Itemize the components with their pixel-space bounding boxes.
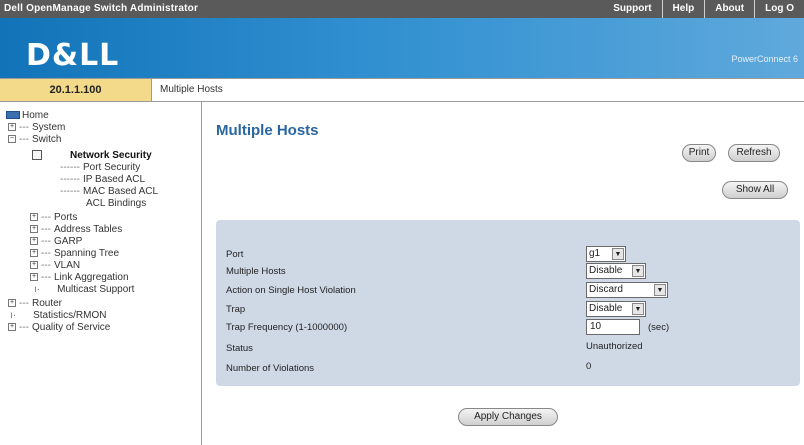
home-icon [6, 111, 20, 120]
action-select[interactable]: Discard ▼ [586, 282, 668, 298]
show-all-button[interactable]: Show All [722, 181, 788, 199]
tree-item-ports[interactable]: + --- Ports [30, 212, 77, 224]
multiple-hosts-row: Multiple Hosts Disable ▼ [216, 262, 800, 281]
expand-icon[interactable]: + [30, 273, 38, 282]
trap-select[interactable]: Disable ▼ [586, 301, 646, 317]
refresh-button[interactable]: Refresh [728, 144, 780, 162]
multiple-hosts-label: Multiple Hosts [226, 266, 286, 277]
tree-item-statistics-rmon[interactable]: ı· Statistics/RMON [8, 310, 106, 322]
collapse-icon[interactable]: − [8, 135, 16, 144]
tree-item-address-tables[interactable]: + --- Address Tables [30, 224, 122, 236]
page-title: Multiple Hosts [216, 122, 319, 139]
menu-about-link[interactable]: About [704, 0, 754, 18]
apply-changes-button[interactable]: Apply Changes [458, 408, 558, 426]
status-row: Status Unauthorized [216, 339, 800, 358]
print-button[interactable]: Print [682, 144, 716, 162]
tree-item-acl-bindings[interactable]: ACL Bindings [86, 198, 146, 210]
trap-label: Trap [226, 304, 246, 315]
trap-frequency-unit: (sec) [648, 322, 670, 333]
tree-item-multicast-support[interactable]: ı· Multicast Support [30, 284, 134, 296]
expand-icon[interactable]: + [30, 225, 38, 234]
tree-item-network-security[interactable]: Network Security [70, 150, 152, 162]
tree-item-vlan[interactable]: + --- VLAN [30, 260, 80, 272]
trap-frequency-label: Trap Frequency (1-1000000) [226, 322, 348, 333]
breadcrumb: Multiple Hosts [160, 84, 223, 95]
port-label: Port [226, 249, 244, 260]
trap-frequency-input[interactable]: 10 [586, 319, 640, 335]
expand-icon[interactable]: + [8, 123, 16, 132]
chevron-down-icon: ▼ [632, 303, 644, 315]
settings-panel: Port g1 ▼ Multiple Hosts Disable ▼ Actio… [216, 220, 800, 386]
tree-item-garp[interactable]: + --- GARP [30, 236, 82, 248]
expand-icon[interactable]: + [30, 213, 38, 222]
menu-help-link[interactable]: Help [661, 0, 705, 18]
top-menu: Support Help About Log O [603, 0, 804, 18]
product-name: PowerConnect 6 [731, 54, 798, 64]
app-title: Dell OpenManage Switch Administrator [4, 3, 199, 14]
banner: D&LL PowerConnect 6 [0, 18, 804, 78]
chevron-down-icon: ▼ [612, 248, 624, 260]
tree-item-ip-based-acl[interactable]: ------ IP Based ACL [60, 174, 145, 186]
tree-item-home[interactable]: Home [6, 110, 49, 122]
expand-icon[interactable]: + [30, 261, 38, 270]
tree-item-link-aggregation[interactable]: + --- Link Aggregation [30, 272, 129, 284]
expand-icon[interactable]: + [30, 237, 38, 246]
address-row: 20.1.1.100 Multiple Hosts [0, 78, 804, 102]
port-select[interactable]: g1 ▼ [586, 246, 626, 262]
folder-open-icon [32, 150, 42, 160]
chevron-down-icon: ▼ [654, 284, 666, 296]
status-value: Unauthorized [586, 341, 643, 352]
action-label: Action on Single Host Violation [226, 285, 356, 296]
violations-label: Number of Violations [226, 363, 315, 374]
tree-item-spanning-tree[interactable]: + --- Spanning Tree [30, 248, 119, 260]
violations-value: 0 [586, 361, 592, 372]
menu-support-link[interactable]: Support [603, 0, 661, 18]
trap-frequency-row: Trap Frequency (1-1000000) 10 (sec) [216, 318, 800, 337]
device-ip: 20.1.1.100 [0, 79, 152, 101]
menu-logout-link[interactable]: Log O [754, 0, 804, 18]
tree-item-switch[interactable]: − --- Switch [8, 134, 61, 146]
dell-logo: D&LL [26, 38, 120, 73]
trap-row: Trap Disable ▼ [216, 300, 800, 319]
expand-icon[interactable]: + [8, 299, 16, 308]
chevron-down-icon: ▼ [632, 265, 644, 277]
multiple-hosts-select[interactable]: Disable ▼ [586, 263, 646, 279]
tree-item-system[interactable]: + --- System [8, 122, 65, 134]
violations-row: Number of Violations 0 [216, 359, 800, 378]
status-label: Status [226, 343, 253, 354]
main-content: Multiple Hosts Print Refresh Show All Po… [202, 102, 804, 445]
navigation-tree: Home + --- System − --- Switch Network Secur… [0, 102, 202, 445]
tree-item-port-security[interactable]: ------ Port Security [60, 162, 140, 174]
expand-icon[interactable]: + [30, 249, 38, 258]
tree-item-mac-based-acl[interactable]: ------ MAC Based ACL [60, 186, 158, 198]
tree-item-quality-of-service[interactable]: + --- Quality of Service [8, 322, 110, 334]
expand-icon[interactable]: + [8, 323, 16, 332]
tree-item-router[interactable]: + --- Router [8, 298, 62, 310]
top-menu-bar: Dell OpenManage Switch Administrator Sup… [0, 0, 804, 18]
action-row: Action on Single Host Violation Discard … [216, 281, 800, 300]
